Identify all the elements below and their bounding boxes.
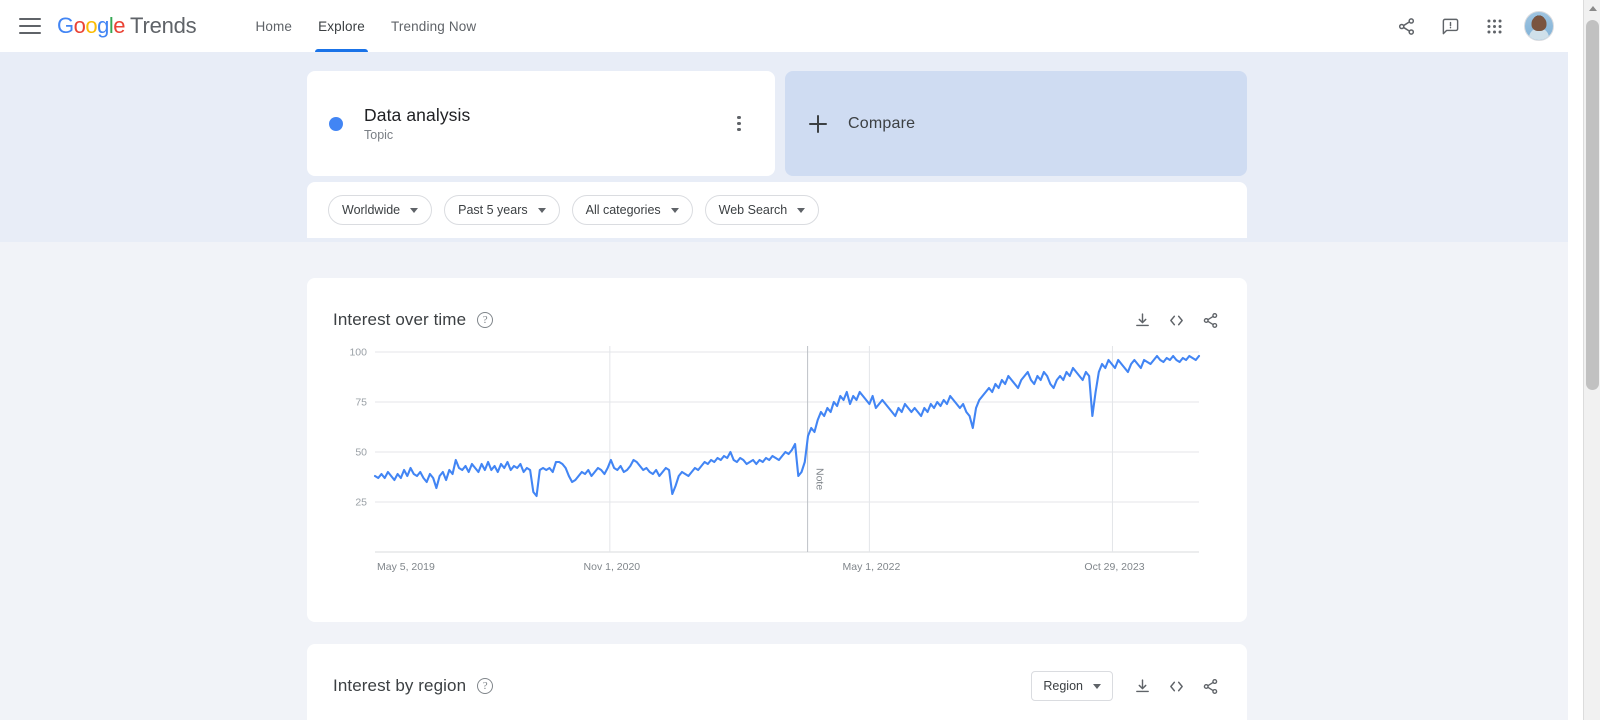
search-term-title: Data analysis — [364, 105, 471, 125]
series-color-dot — [329, 116, 343, 131]
help-circle-icon[interactable]: ? — [477, 678, 494, 694]
x-axis-tick-label: May 5, 2019 — [377, 561, 435, 573]
interest-by-region-widget: Interest by region ? Region — [307, 644, 1247, 720]
chevron-down-icon — [670, 207, 679, 213]
product-name: Trends — [130, 13, 197, 38]
tab-trending-now[interactable]: Trending Now — [378, 0, 489, 52]
tab-explore[interactable]: Explore — [305, 0, 378, 52]
region-select[interactable]: Region — [1031, 671, 1113, 701]
widget-title: Interest by region — [333, 676, 467, 695]
avatar[interactable] — [1524, 11, 1554, 41]
filter-category[interactable]: All categories — [571, 195, 693, 225]
filter-search-type-value: Web Search — [718, 203, 788, 217]
hamburger-menu-icon[interactable] — [19, 18, 41, 34]
compare-label: Compare — [848, 114, 916, 132]
compare-card[interactable]: Compare — [785, 71, 1247, 176]
download-icon[interactable] — [1131, 309, 1153, 331]
filter-bar: Worldwide Past 5 years All categories We… — [307, 182, 1247, 238]
scrollbar-thumb[interactable] — [1586, 20, 1599, 390]
share-icon[interactable] — [1199, 309, 1221, 331]
brand-logo[interactable]: Google Trends — [57, 13, 197, 39]
widget-actions: Region — [1031, 671, 1221, 701]
region-select-value: Region — [1043, 679, 1083, 693]
filter-time-range[interactable]: Past 5 years — [444, 195, 560, 225]
widget-actions — [1131, 309, 1221, 331]
embed-code-icon[interactable] — [1165, 675, 1187, 697]
search-term-texts: Data analysis Topic — [364, 105, 470, 142]
google-trends-page: Google Trends Home Explore Trending Now — [0, 0, 1600, 720]
filter-time-range-value: Past 5 years — [458, 203, 528, 217]
y-axis-tick-label: 50 — [355, 447, 367, 459]
trend-line-chart[interactable]: 25 50 75 100 May 5, 2019 Nov 1, 2020 May 1, 20… — [333, 338, 1223, 588]
help-circle-icon[interactable]: ? — [477, 312, 494, 328]
chevron-down-icon — [410, 207, 419, 213]
app-bar: Google Trends Home Explore Trending Now — [0, 0, 1568, 52]
google-wordmark: Google — [57, 13, 126, 38]
x-axis-tick-label: Nov 1, 2020 — [584, 561, 641, 573]
apps-grid-icon[interactable] — [1474, 6, 1514, 46]
interest-over-time-header: Interest over time ? — [307, 278, 1247, 338]
y-axis-tick-label: 75 — [355, 397, 367, 409]
download-icon[interactable] — [1131, 675, 1153, 697]
filter-category-value: All categories — [585, 203, 661, 217]
chevron-down-icon — [1093, 683, 1101, 689]
y-axis-tick-label: 25 — [355, 497, 367, 509]
chevron-down-icon — [537, 207, 546, 213]
filter-search-type[interactable]: Web Search — [704, 195, 820, 225]
interest-over-time-widget: Interest over time ? 25 50 75 100 May 5,… — [307, 278, 1247, 622]
interest-over-time-chart[interactable]: 25 50 75 100 May 5, 2019 Nov 1, 2020 May 1, 20… — [307, 338, 1247, 588]
kebab-menu-icon[interactable] — [725, 107, 753, 141]
nav-tabs: Home Explore Trending Now — [242, 0, 489, 52]
tab-home[interactable]: Home — [242, 0, 305, 52]
app-bar-actions — [1386, 6, 1568, 46]
page-scrollbar[interactable] — [1583, 0, 1600, 720]
plus-icon — [809, 114, 827, 133]
share-icon[interactable] — [1199, 675, 1221, 697]
scroll-up-arrow-icon[interactable] — [1584, 0, 1600, 17]
share-icon[interactable] — [1386, 6, 1426, 46]
y-axis-tick-label: 100 — [349, 347, 367, 359]
chevron-down-icon — [797, 207, 806, 213]
embed-code-icon[interactable] — [1165, 309, 1187, 331]
filter-location[interactable]: Worldwide — [328, 195, 433, 225]
filter-location-value: Worldwide — [342, 203, 401, 217]
feedback-icon[interactable] — [1430, 6, 1470, 46]
interest-by-region-header: Interest by region ? Region — [307, 644, 1247, 704]
widget-title: Interest over time — [333, 310, 467, 329]
search-term-card[interactable]: Data analysis Topic — [307, 71, 775, 176]
search-term-subtitle: Topic — [364, 128, 394, 142]
x-axis-tick-label: May 1, 2022 — [843, 561, 901, 573]
note-annotation-label[interactable]: Note — [814, 468, 826, 490]
trend-series-line[interactable] — [373, 354, 1201, 498]
x-axis-tick-label: Oct 29, 2023 — [1084, 561, 1144, 573]
